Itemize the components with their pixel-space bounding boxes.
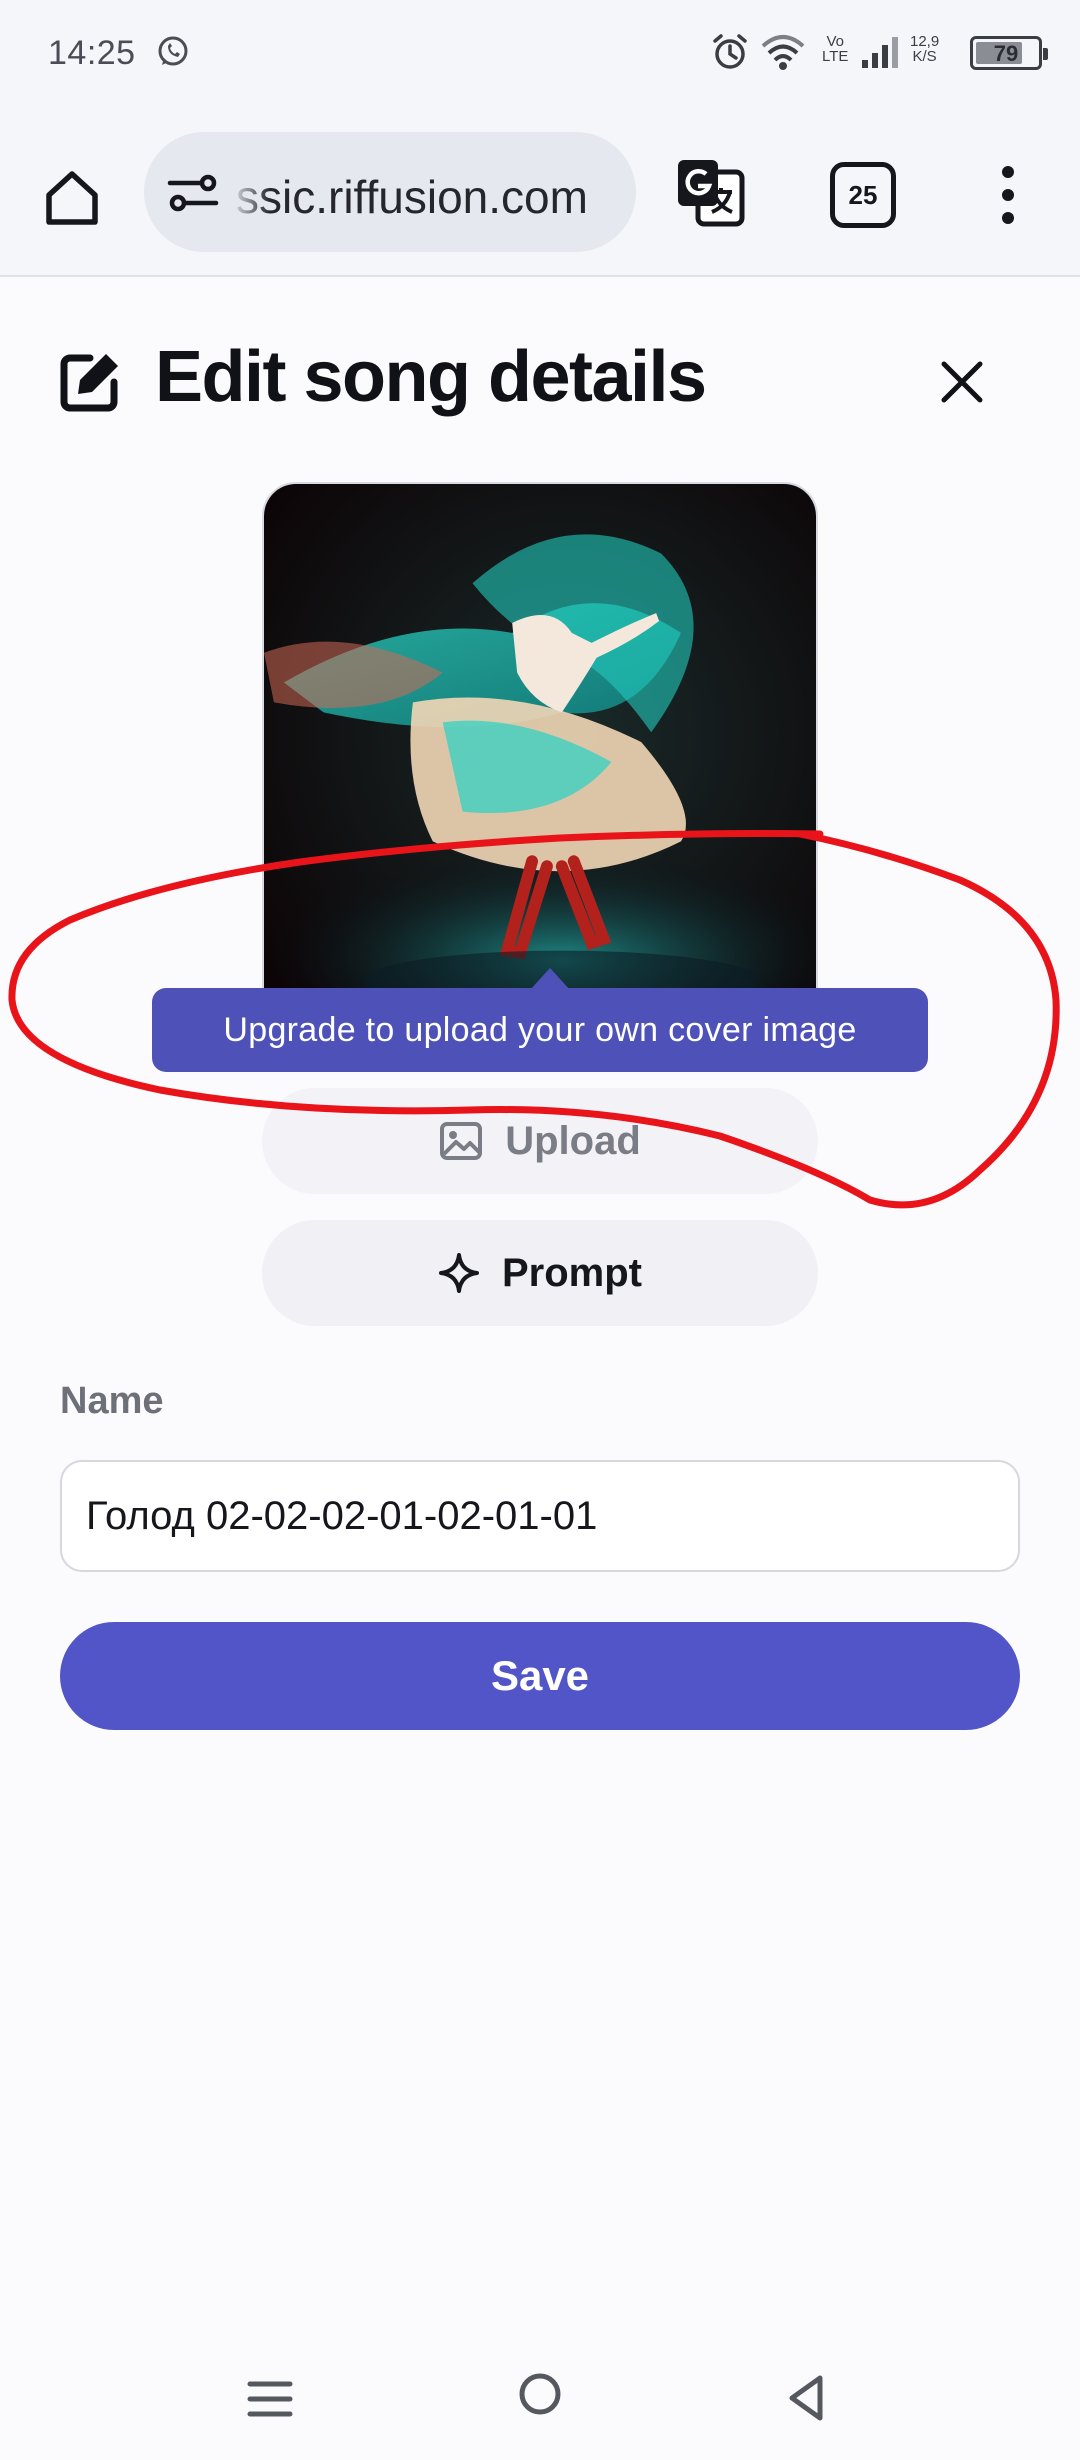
signal-icon <box>862 37 898 68</box>
cover-image <box>262 482 818 1038</box>
edit-square-icon <box>60 354 118 412</box>
menu-dot <box>1002 212 1014 224</box>
menu-dot <box>1002 189 1014 201</box>
save-button[interactable]: Save <box>60 1622 1020 1730</box>
battery-nub <box>1043 48 1048 60</box>
network-vo-label: Vo <box>826 33 844 50</box>
menu-dot <box>1002 166 1014 178</box>
home-button[interactable] <box>36 162 108 234</box>
home-circle-icon[interactable] <box>516 2370 564 2418</box>
upgrade-tooltip: Upgrade to upload your own cover image <box>152 988 928 1072</box>
system-nav-bar <box>0 2340 1080 2460</box>
alarm-icon <box>713 34 747 69</box>
whatsapp-icon <box>158 36 188 66</box>
wifi-icon <box>761 35 805 70</box>
address-bar[interactable]: ssic.riffusion.com <box>144 132 636 252</box>
upload-label: Upload <box>505 1118 641 1163</box>
name-label: Name <box>60 1380 164 1422</box>
url-text: ssic.riffusion.com <box>236 171 588 223</box>
battery-level: 79 <box>993 41 1019 66</box>
home-icon <box>46 171 98 225</box>
status-time: 14:25 <box>48 34 136 72</box>
more-vert-icon[interactable] <box>990 162 1026 228</box>
sparkle-icon <box>439 1253 479 1293</box>
browser-toolbar: ssic.riffusion.com 25 <box>0 110 1080 277</box>
name-input[interactable] <box>60 1460 1020 1572</box>
battery-icon: 79 <box>970 36 1048 70</box>
modal-title: Edit song details <box>155 337 707 417</box>
tune-icon[interactable] <box>166 166 220 220</box>
upload-button[interactable]: Upload <box>262 1088 818 1194</box>
close-button[interactable] <box>932 352 992 412</box>
speed-value: 12,9 <box>910 33 940 50</box>
translate-icon[interactable] <box>674 156 748 230</box>
tooltip-caret <box>530 968 570 990</box>
network-type: Vo LTE <box>822 34 848 64</box>
close-icon <box>941 361 983 403</box>
image-icon <box>440 1122 483 1160</box>
network-speed: 12,9 K/S <box>910 34 939 64</box>
prompt-label: Prompt <box>502 1250 642 1295</box>
speed-unit: K/S <box>912 48 937 65</box>
status-bar: 14:25 Vo LTE 12,9 K/S 79 <box>0 0 1080 110</box>
prompt-button[interactable]: Prompt <box>262 1220 818 1326</box>
tab-switcher-button[interactable]: 25 <box>830 162 896 228</box>
back-icon[interactable] <box>782 2372 830 2424</box>
network-lte-label: LTE <box>822 48 849 65</box>
url-fade <box>230 132 270 252</box>
recents-icon[interactable] <box>244 2376 296 2422</box>
